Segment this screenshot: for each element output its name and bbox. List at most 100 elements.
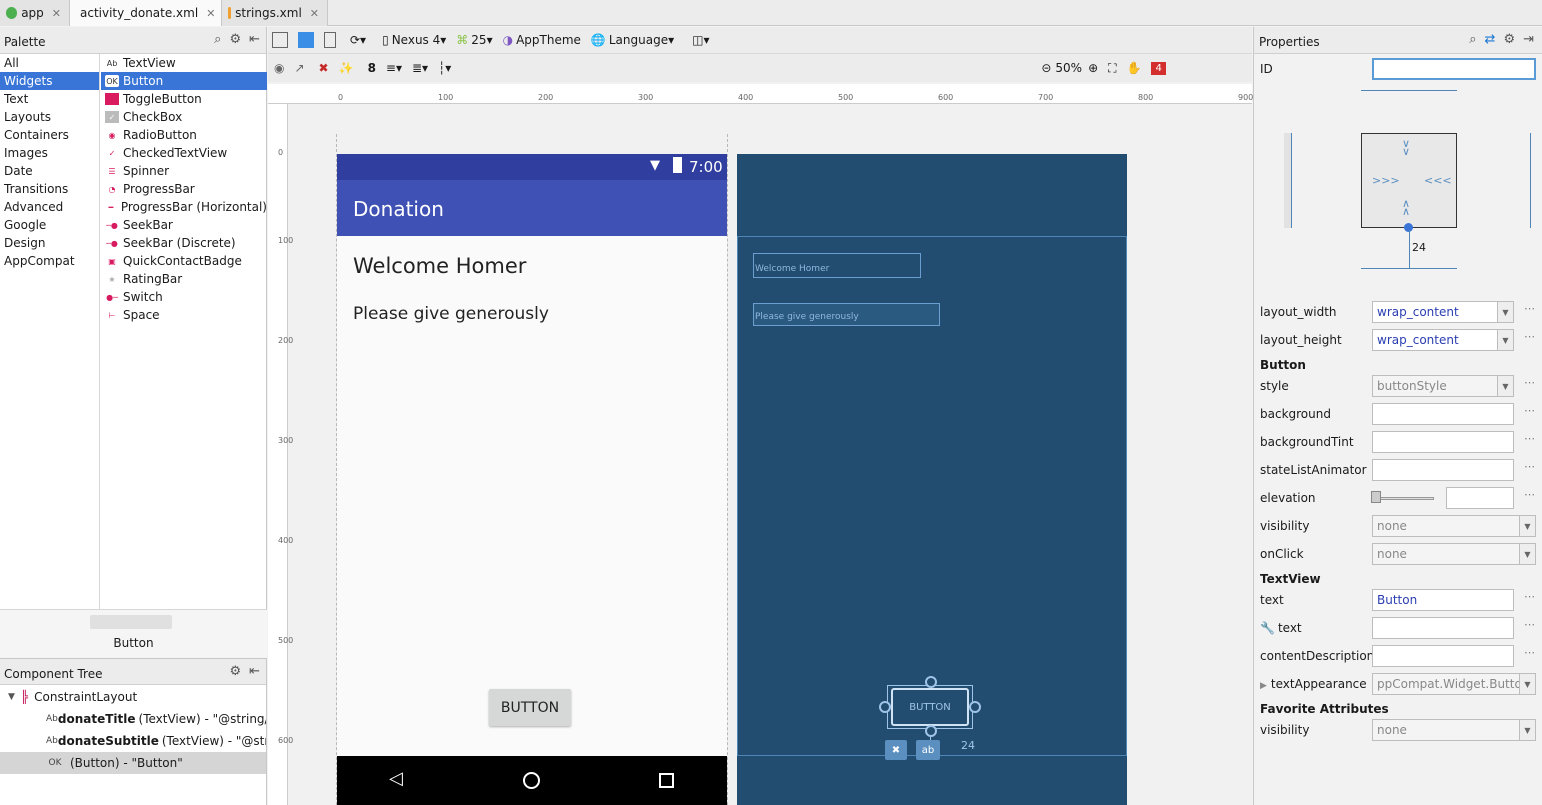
more-icon[interactable]: ⋯: [1524, 590, 1535, 603]
close-icon[interactable]: ✕: [206, 7, 215, 20]
widget-item[interactable]: ToggleButton: [101, 90, 267, 108]
hide-panel-icon[interactable]: ⇤: [249, 664, 260, 679]
category-item[interactable]: Date: [0, 162, 99, 180]
theme-selector[interactable]: ◑ AppTheme: [503, 33, 581, 47]
category-item[interactable]: Text: [0, 90, 99, 108]
default-margin[interactable]: 8: [368, 61, 376, 75]
state-list-animator-field[interactable]: [1372, 459, 1514, 481]
more-icon[interactable]: ⋯: [1524, 646, 1535, 659]
warnings-badge[interactable]: 4: [1151, 61, 1166, 75]
donate-button[interactable]: BUTTON: [489, 689, 571, 726]
close-icon[interactable]: ✕: [52, 7, 61, 20]
blueprint-button[interactable]: BUTTON: [891, 688, 969, 726]
top-anchor-handle[interactable]: [925, 676, 937, 688]
expand-arrow-icon[interactable]: ▼: [8, 692, 15, 702]
widget-item[interactable]: ⊢ Space: [101, 306, 267, 324]
onclick-dropdown[interactable]: none ▼: [1372, 543, 1536, 565]
tree-item-donate-subtitle[interactable]: Ab donateSubtitle (TextView) - "@string/…: [0, 730, 266, 752]
gear-icon[interactable]: ⚙: [229, 664, 241, 679]
infer-constraints-icon[interactable]: ✨: [339, 61, 354, 75]
tools-text-field[interactable]: [1372, 617, 1514, 639]
content-description-field[interactable]: [1372, 645, 1514, 667]
expand-arrow-icon[interactable]: ▶: [1260, 681, 1267, 691]
left-anchor-handle[interactable]: [879, 701, 891, 713]
more-icon[interactable]: ⋯: [1524, 330, 1535, 343]
elevation-field[interactable]: [1446, 487, 1514, 509]
inspector-bottom-margin[interactable]: 24: [1412, 241, 1426, 254]
style-dropdown[interactable]: buttonStyle ▼: [1372, 375, 1514, 397]
clear-constraints-icon[interactable]: ✖: [319, 61, 329, 75]
visibility-dropdown[interactable]: none ▼: [1372, 515, 1536, 537]
text-appearance-dropdown[interactable]: ppCompat.Widget.Button ▼: [1372, 673, 1536, 695]
device-selector[interactable]: ▯ Nexus 4 ▾: [382, 33, 446, 47]
api-selector[interactable]: ⌘ 25 ▾: [456, 33, 492, 47]
close-icon[interactable]: ✕: [310, 7, 319, 20]
language-selector[interactable]: 🌐 Language ▾: [591, 33, 674, 47]
blueprint-title[interactable]: Welcome Homer: [753, 253, 921, 278]
design-view-icon[interactable]: [272, 32, 288, 48]
widget-item[interactable]: ─● SeekBar (Discrete): [101, 234, 267, 252]
pack-icon[interactable]: ≡▾: [386, 61, 402, 75]
more-icon[interactable]: ⋯: [1524, 618, 1535, 631]
more-icon[interactable]: ⋯: [1524, 376, 1535, 389]
category-item[interactable]: Containers: [0, 126, 99, 144]
zoom-in-icon[interactable]: ⊕: [1088, 61, 1098, 75]
layout-width-dropdown[interactable]: wrap_content ▼: [1372, 301, 1514, 323]
category-item[interactable]: Layouts: [0, 108, 99, 126]
widget-item[interactable]: ◔ ProgressBar: [101, 180, 267, 198]
more-icon[interactable]: ⋯: [1524, 302, 1535, 315]
hide-panel-icon[interactable]: ⇤: [249, 32, 260, 47]
layout-variants-icon[interactable]: ◫▾: [692, 33, 709, 47]
gear-icon[interactable]: ⚙: [229, 32, 241, 47]
widget-item[interactable]: ★ RatingBar: [101, 270, 267, 288]
right-anchor-handle[interactable]: [969, 701, 981, 713]
guidelines-icon[interactable]: ┆▾: [438, 61, 451, 75]
clear-constraints-icon[interactable]: ✖: [885, 740, 907, 760]
tree-item-button[interactable]: OK (Button) - "Button": [0, 752, 266, 774]
widget-item[interactable]: ☰ Spinner: [101, 162, 267, 180]
zoom-out-icon[interactable]: ⊝: [1041, 61, 1051, 75]
donate-subtitle[interactable]: Please give generously: [353, 304, 549, 324]
widget-item[interactable]: ●─ Switch: [101, 288, 267, 306]
category-item[interactable]: Images: [0, 144, 99, 162]
donate-title[interactable]: Welcome Homer: [353, 254, 526, 278]
height-wrap-icon[interactable]: ∨ ∨: [1402, 138, 1410, 157]
search-icon[interactable]: ⌕: [1469, 32, 1476, 47]
widget-item[interactable]: ◉ RadioButton: [101, 126, 267, 144]
tab-strings[interactable]: strings.xml ✕: [222, 0, 328, 26]
widget-item[interactable]: OK Button: [101, 72, 267, 90]
slider-thumb[interactable]: [1371, 491, 1381, 503]
widget-item[interactable]: ▣ QuickContactBadge: [101, 252, 267, 270]
baseline-icon[interactable]: ab: [916, 740, 940, 760]
zoom-fit-icon[interactable]: ⛶: [1108, 61, 1116, 76]
hide-panel-icon[interactable]: ⇥: [1523, 32, 1534, 47]
widget-item[interactable]: ✓ CheckedTextView: [101, 144, 267, 162]
more-icon[interactable]: ⋯: [1524, 488, 1535, 501]
align-icon[interactable]: ≣▾: [412, 61, 428, 75]
more-icon[interactable]: ⋯: [1524, 460, 1535, 473]
widget-item[interactable]: Ab TextView: [101, 54, 267, 72]
pan-icon[interactable]: ✋: [1127, 61, 1142, 75]
category-item[interactable]: All: [0, 54, 99, 72]
blueprint-subtitle[interactable]: Please give generously: [753, 303, 940, 326]
background-tint-field[interactable]: [1372, 431, 1514, 453]
id-input[interactable]: [1372, 58, 1536, 80]
category-item[interactable]: Google: [0, 216, 99, 234]
widget-item[interactable]: ━ ProgressBar (Horizontal): [101, 198, 267, 216]
tab-app[interactable]: app ✕: [0, 0, 70, 26]
width-wrap-icon[interactable]: >>>: [1372, 174, 1400, 187]
more-icon[interactable]: ⋯: [1524, 404, 1535, 417]
orientation-icon[interactable]: ⟳▾: [350, 33, 366, 47]
fav-visibility-dropdown[interactable]: none ▼: [1372, 719, 1536, 741]
swap-view-icon[interactable]: ⇄: [1485, 32, 1496, 47]
search-icon[interactable]: ⌕: [214, 32, 221, 47]
tree-root-row[interactable]: ▼ ╠ ConstraintLayout: [0, 686, 266, 708]
category-item[interactable]: Widgets: [0, 72, 99, 90]
widget-item[interactable]: ─● SeekBar: [101, 216, 267, 234]
width-wrap-right-icon[interactable]: <<<: [1424, 174, 1452, 187]
widget-item[interactable]: ✓ CheckBox: [101, 108, 267, 126]
design-surface[interactable]: ▼ 7:00 Donation Welcome Homer Please giv…: [337, 154, 727, 805]
tree-item-donate-title[interactable]: Ab donateTitle (TextView) - "@string/don…: [0, 708, 266, 730]
category-item[interactable]: Advanced: [0, 198, 99, 216]
category-item[interactable]: Design: [0, 234, 99, 252]
